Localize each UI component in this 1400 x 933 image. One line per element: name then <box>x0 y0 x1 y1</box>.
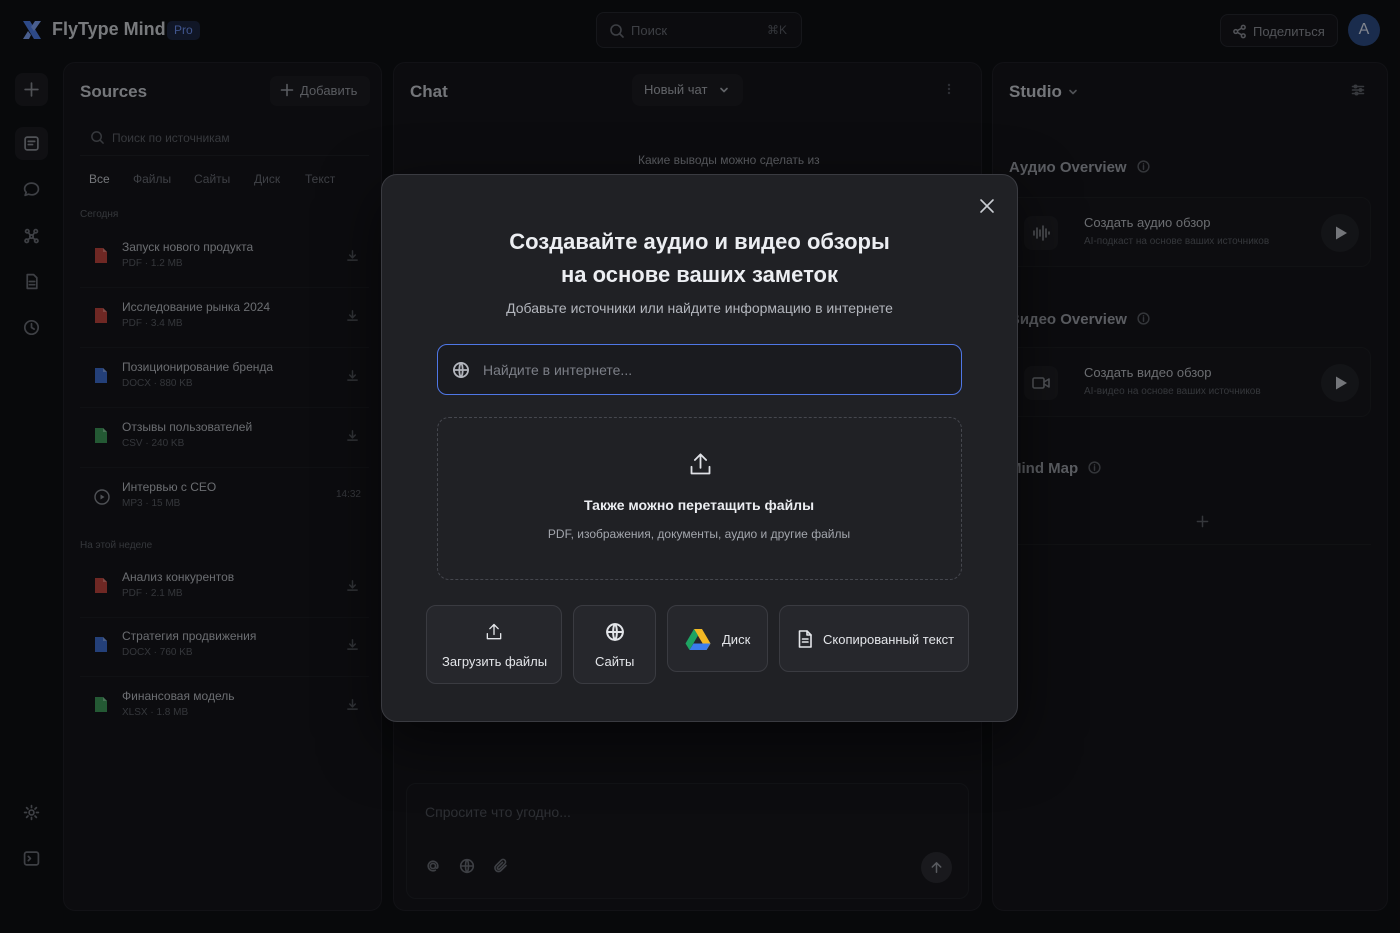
web-search-input[interactable] <box>483 355 943 385</box>
upload-icon <box>486 623 502 640</box>
web-search-field[interactable] <box>437 344 962 395</box>
dropzone-subtitle: PDF, изображения, документы, аудио и дру… <box>547 527 851 541</box>
text-document-icon <box>798 630 812 648</box>
modal-title-line1: Создавайте аудио и видео обзоры <box>509 229 890 254</box>
file-dropzone[interactable]: Также можно перетащить файлы PDF, изобра… <box>437 417 962 580</box>
upload-files-label: Загрузить файлы <box>442 654 548 669</box>
copied-text-label: Скопированный текст <box>823 632 955 647</box>
drive-label: Диск <box>722 632 751 647</box>
drive-button[interactable]: Диск <box>667 605 768 672</box>
dropzone-title: Также можно перетащить файлы <box>583 497 815 513</box>
sites-button[interactable]: Сайты <box>573 605 656 684</box>
add-sources-modal: Создавайте аудио и видео обзоры на основ… <box>381 174 1018 722</box>
close-icon[interactable] <box>978 197 996 215</box>
upload-icon <box>690 453 711 475</box>
modal-title-line2: на основе ваших заметок <box>560 262 839 287</box>
copied-text-button[interactable]: Скопированный текст <box>779 605 969 672</box>
sites-label: Сайты <box>595 654 635 669</box>
google-drive-icon <box>685 629 711 650</box>
modal-subtitle: Добавьте источники или найдите информаци… <box>506 300 893 316</box>
globe-icon <box>453 362 469 378</box>
globe-icon <box>606 623 624 641</box>
upload-files-button[interactable]: Загрузить файлы <box>426 605 562 684</box>
modal-title: Создавайте аудио и видео обзоры на основ… <box>382 225 1017 291</box>
